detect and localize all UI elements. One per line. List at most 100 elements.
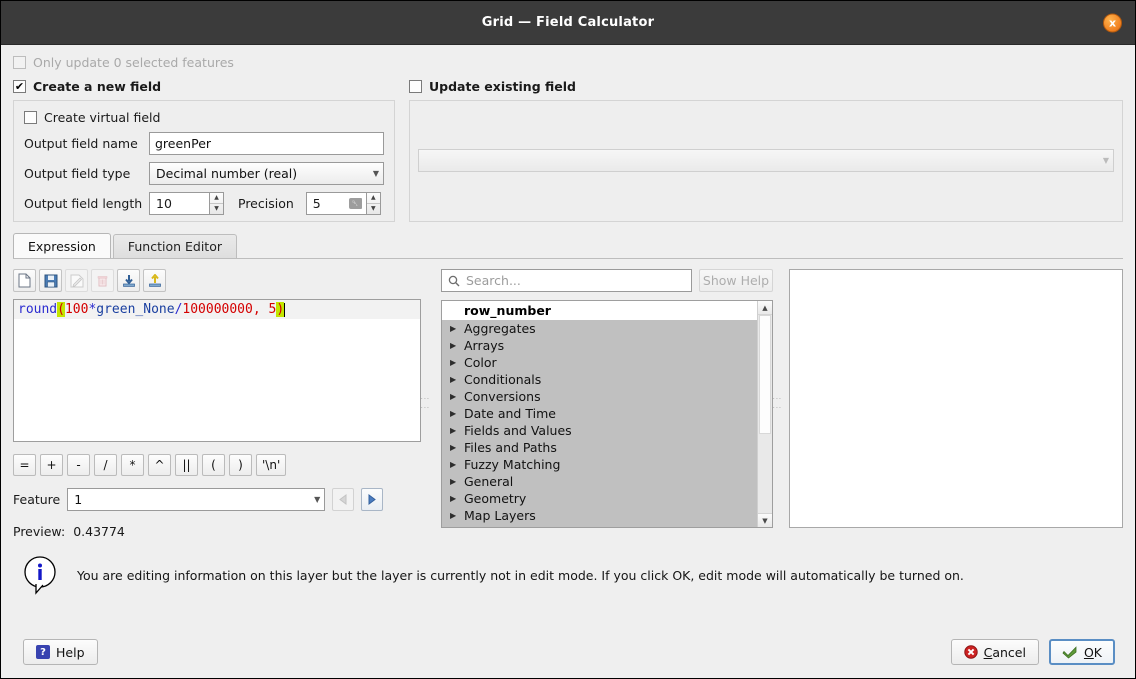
existing-field-combo[interactable]: ▼ bbox=[418, 149, 1114, 172]
tree-item-conversions[interactable]: ▶ Conversions bbox=[442, 388, 757, 405]
chevron-right-icon[interactable]: ▶ bbox=[450, 409, 458, 418]
ok-button-label: OK bbox=[1084, 645, 1102, 660]
tree-item-row-number[interactable]: row_number bbox=[442, 301, 757, 320]
tree-item-fuzzy-matching[interactable]: ▶ Fuzzy Matching bbox=[442, 456, 757, 473]
chevron-right-icon[interactable]: ▶ bbox=[450, 443, 458, 452]
operator-button-close-paren[interactable]: ) bbox=[229, 454, 252, 476]
chevron-right-icon[interactable]: ▶ bbox=[450, 324, 458, 333]
function-tree-scrollbar[interactable]: ▲ ▼ bbox=[757, 301, 772, 527]
upload-arrow-glyph bbox=[148, 274, 162, 288]
spin-up-icon[interactable]: ▲ bbox=[210, 193, 223, 204]
existing-field-group: ▼ bbox=[409, 100, 1123, 222]
update-existing-field-checkbox-row[interactable]: Update existing field bbox=[409, 79, 1123, 94]
tree-item-aggregates[interactable]: ▶ Aggregates bbox=[442, 320, 757, 337]
scrollbar-track[interactable] bbox=[758, 315, 772, 513]
tree-item-label: Date and Time bbox=[464, 406, 556, 421]
operator-button-minus[interactable]: - bbox=[67, 454, 90, 476]
operator-button-equals[interactable]: = bbox=[13, 454, 36, 476]
chevron-right-icon[interactable]: ▶ bbox=[450, 494, 458, 503]
tree-item-clipped[interactable] bbox=[442, 524, 757, 527]
feature-combo[interactable]: 1 ▼ bbox=[67, 488, 325, 511]
tree-item-arrays[interactable]: ▶ Arrays bbox=[442, 337, 757, 354]
chevron-right-icon[interactable]: ▶ bbox=[450, 375, 458, 384]
only-update-selected-checkbox-row[interactable]: Only update 0 selected features bbox=[13, 55, 1123, 70]
create-new-field-label: Create a new field bbox=[33, 79, 161, 94]
chevron-right-icon[interactable]: ▶ bbox=[450, 477, 458, 486]
expression-editor[interactable]: round(100*green_None/100000000, 5) bbox=[13, 299, 421, 442]
scrollbar-thumb[interactable] bbox=[759, 315, 771, 434]
operator-button-open-paren[interactable]: ( bbox=[202, 454, 225, 476]
feature-selector-row: Feature 1 ▼ bbox=[13, 488, 421, 511]
ok-button[interactable]: OK bbox=[1049, 639, 1115, 665]
help-button[interactable]: ? Help bbox=[23, 639, 98, 665]
chevron-down-icon: ▼ bbox=[373, 169, 379, 178]
show-help-button[interactable]: Show Help bbox=[699, 269, 773, 292]
expression-current-line[interactable]: round(100*green_None/100000000, 5) bbox=[14, 300, 420, 319]
precision-stepper[interactable]: 5 ␡ ▲ ▼ bbox=[306, 192, 381, 215]
tree-item-conditionals[interactable]: ▶ Conditionals bbox=[442, 371, 757, 388]
tree-item-map-layers[interactable]: ▶ Map Layers bbox=[442, 507, 757, 524]
output-field-name-input[interactable]: greenPer bbox=[149, 132, 384, 155]
update-existing-field-checkbox[interactable] bbox=[409, 80, 422, 93]
tree-item-label: Geometry bbox=[464, 491, 526, 506]
chevron-right-icon[interactable]: ▶ bbox=[450, 341, 458, 350]
tree-item-files-and-paths[interactable]: ▶ Files and Paths bbox=[442, 439, 757, 456]
update-existing-field-column: Update existing field ▼ bbox=[409, 79, 1123, 222]
chevron-right-icon[interactable]: ▶ bbox=[450, 426, 458, 435]
create-virtual-field-checkbox-row[interactable]: Create virtual field bbox=[24, 110, 384, 125]
operator-button-newline[interactable]: '\n' bbox=[256, 454, 286, 476]
cancel-button[interactable]: Cancel bbox=[951, 639, 1039, 665]
field-calculator-dialog: Grid — Field Calculator x Only update 0 … bbox=[0, 0, 1136, 679]
tree-item-fields-and-values[interactable]: ▶ Fields and Values bbox=[442, 422, 757, 439]
previous-feature-button[interactable] bbox=[332, 488, 354, 511]
output-field-length-input[interactable]: 10 bbox=[149, 192, 209, 215]
tab-function-editor[interactable]: Function Editor bbox=[113, 234, 237, 258]
scroll-up-icon[interactable]: ▲ bbox=[758, 301, 772, 315]
save-expression-icon[interactable] bbox=[39, 269, 62, 292]
delete-expression-icon bbox=[91, 269, 114, 292]
spin-down-icon[interactable]: ▼ bbox=[367, 204, 380, 214]
create-new-field-checkbox[interactable] bbox=[13, 80, 26, 93]
tree-item-geometry[interactable]: ▶ Geometry bbox=[442, 490, 757, 507]
search-input[interactable]: Search... bbox=[441, 269, 692, 292]
tree-item-general[interactable]: ▶ General bbox=[442, 473, 757, 490]
download-arrow-glyph bbox=[122, 274, 136, 288]
create-virtual-field-label: Create virtual field bbox=[44, 110, 160, 125]
chevron-right-icon[interactable]: ▶ bbox=[450, 511, 458, 520]
chevron-right-icon[interactable]: ▶ bbox=[450, 392, 458, 401]
close-icon[interactable]: x bbox=[1103, 13, 1122, 32]
output-field-length-spin-buttons[interactable]: ▲ ▼ bbox=[209, 192, 224, 215]
operator-button-multiply[interactable]: * bbox=[121, 454, 144, 476]
spin-down-icon[interactable]: ▼ bbox=[210, 204, 223, 214]
output-field-type-combo[interactable]: Decimal number (real) ▼ bbox=[149, 162, 384, 185]
only-update-selected-checkbox[interactable] bbox=[13, 56, 26, 69]
import-expression-icon[interactable] bbox=[117, 269, 140, 292]
export-expression-icon[interactable] bbox=[143, 269, 166, 292]
next-feature-button[interactable] bbox=[361, 488, 383, 511]
chevron-right-icon[interactable]: ▶ bbox=[450, 460, 458, 469]
clear-icon[interactable]: ␡ bbox=[349, 198, 362, 209]
tab-expression[interactable]: Expression bbox=[13, 233, 111, 258]
tree-item-color[interactable]: ▶ Color bbox=[442, 354, 757, 371]
feature-value: 1 bbox=[74, 492, 82, 507]
help-splitter-handle[interactable]: ⋮⋮ bbox=[773, 269, 779, 537]
new-expression-icon[interactable] bbox=[13, 269, 36, 292]
tree-item-date-and-time[interactable]: ▶ Date and Time bbox=[442, 405, 757, 422]
function-tree-list[interactable]: row_number ▶ Aggregates ▶ Arrays ▶ Color bbox=[442, 301, 757, 527]
operator-button-divide[interactable]: / bbox=[94, 454, 117, 476]
expression-splitter-handle[interactable]: ⋮⋮ bbox=[421, 269, 427, 537]
scroll-down-icon[interactable]: ▼ bbox=[758, 513, 772, 527]
operator-button-concat[interactable]: || bbox=[175, 454, 198, 476]
spin-up-icon[interactable]: ▲ bbox=[367, 193, 380, 204]
expr-token-number-100: 100 bbox=[65, 302, 88, 317]
precision-input[interactable]: 5 ␡ bbox=[306, 192, 366, 215]
operator-button-power[interactable]: ^ bbox=[148, 454, 171, 476]
create-virtual-field-checkbox[interactable] bbox=[24, 111, 37, 124]
function-tree[interactable]: row_number ▶ Aggregates ▶ Arrays ▶ Color bbox=[441, 300, 773, 528]
precision-spin-buttons[interactable]: ▲ ▼ bbox=[366, 192, 381, 215]
preview-value: 0.43774 bbox=[73, 524, 125, 539]
operator-button-plus[interactable]: + bbox=[40, 454, 63, 476]
create-new-field-checkbox-row[interactable]: Create a new field bbox=[13, 79, 395, 94]
output-field-length-stepper[interactable]: 10 ▲ ▼ bbox=[149, 192, 224, 215]
chevron-right-icon[interactable]: ▶ bbox=[450, 358, 458, 367]
